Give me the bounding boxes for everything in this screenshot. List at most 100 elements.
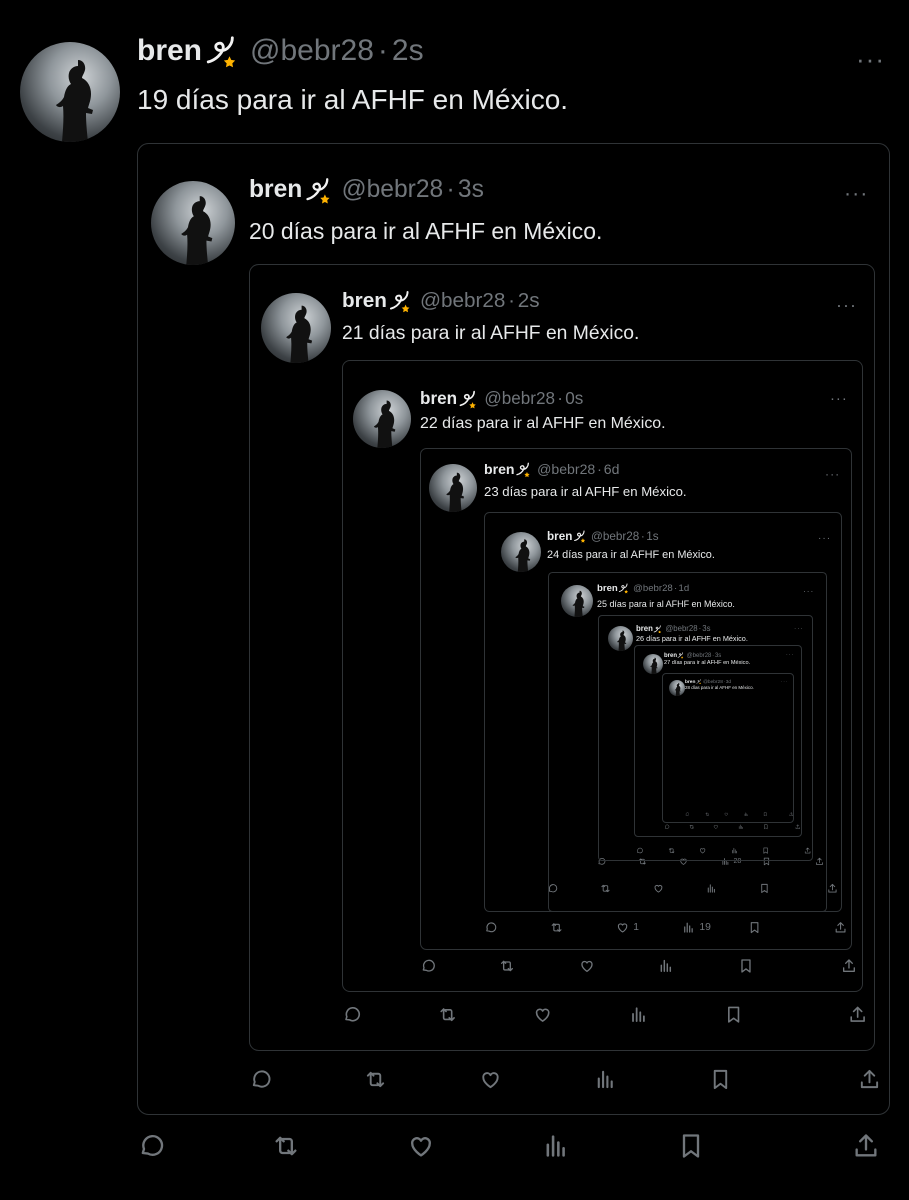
like-button[interactable] <box>724 812 728 816</box>
like-button[interactable] <box>479 1068 502 1091</box>
user-handle[interactable]: @bebr28 <box>687 653 712 659</box>
bookmark-button[interactable] <box>763 812 767 817</box>
more-options-icon[interactable]: ··· <box>818 533 831 544</box>
views-button[interactable] <box>744 812 748 816</box>
bookmark-button[interactable] <box>762 847 769 854</box>
share-button[interactable] <box>789 812 793 816</box>
timestamp[interactable]: 2s <box>518 289 540 312</box>
share-button[interactable] <box>827 883 838 894</box>
separator-dot: · <box>597 461 602 477</box>
retweet-button[interactable] <box>705 812 709 816</box>
reply-button[interactable] <box>685 812 690 816</box>
display-name[interactable]: bren <box>664 653 677 659</box>
more-options-icon[interactable]: ··· <box>781 679 788 684</box>
more-options-icon[interactable]: ··· <box>786 652 794 658</box>
user-handle[interactable]: @bebr28 <box>537 461 595 477</box>
retweet-button[interactable] <box>438 1005 457 1024</box>
more-options-icon[interactable]: ··· <box>794 625 804 632</box>
user-handle[interactable]: @bebr28 <box>633 583 673 594</box>
timestamp[interactable]: 1s <box>646 530 658 543</box>
display-name[interactable]: bren <box>342 289 387 312</box>
display-name[interactable]: bren <box>484 461 515 477</box>
timestamp[interactable]: 3s <box>458 176 484 203</box>
like-button[interactable] <box>533 1005 552 1024</box>
avatar[interactable] <box>20 42 120 142</box>
display-name[interactable]: bren <box>420 389 457 408</box>
avatar[interactable] <box>261 293 331 363</box>
more-options-icon[interactable]: ··· <box>844 181 868 206</box>
quoted-tweet[interactable]: bren @bebr28·3d 28 días para ir al AFHF en… <box>662 673 794 823</box>
reply-button[interactable] <box>484 921 497 934</box>
reply-button[interactable] <box>137 1132 165 1160</box>
avatar[interactable] <box>669 680 685 696</box>
views-button[interactable] <box>629 1005 648 1024</box>
bookmark-button[interactable] <box>738 958 754 974</box>
share-button[interactable] <box>834 921 847 934</box>
display-name[interactable]: bren <box>636 624 653 633</box>
more-options-icon[interactable]: ··· <box>836 295 857 316</box>
views-button[interactable] <box>731 847 738 854</box>
avatar[interactable] <box>429 464 477 512</box>
user-handle[interactable]: @bebr28 <box>591 530 639 543</box>
bookmark-button[interactable] <box>763 824 769 830</box>
more-options-icon[interactable]: ··· <box>830 391 848 407</box>
retweet-button[interactable] <box>272 1132 300 1160</box>
retweet-button[interactable] <box>499 958 515 974</box>
display-name[interactable]: bren <box>249 176 302 203</box>
retweet-button[interactable] <box>668 847 675 854</box>
bookmark-button[interactable] <box>709 1068 732 1091</box>
bookmark-button[interactable] <box>677 1132 705 1160</box>
avatar[interactable] <box>151 181 235 265</box>
display-name[interactable]: bren <box>137 34 202 67</box>
timestamp[interactable]: 6d <box>604 461 620 477</box>
views-button[interactable] <box>542 1132 570 1160</box>
reply-button[interactable] <box>249 1068 272 1091</box>
bookmark-button[interactable] <box>748 921 761 934</box>
like-button[interactable] <box>407 1132 435 1160</box>
views-button[interactable]: 19 <box>682 921 711 934</box>
reply-button[interactable] <box>342 1005 361 1024</box>
like-button[interactable] <box>713 824 719 830</box>
more-options-icon[interactable]: ··· <box>825 467 840 481</box>
user-handle[interactable]: @bebr28 <box>665 624 697 633</box>
share-button[interactable] <box>795 824 801 830</box>
avatar[interactable] <box>353 390 411 448</box>
more-options-icon[interactable]: ··· <box>856 44 885 75</box>
like-button[interactable]: 1 <box>616 921 639 934</box>
user-handle[interactable]: @bebr28 <box>420 289 505 312</box>
timestamp[interactable]: 2s <box>392 34 424 67</box>
retweet-button[interactable] <box>689 824 695 830</box>
reply-button[interactable] <box>420 958 436 974</box>
user-handle[interactable]: @bebr28 <box>342 176 444 203</box>
avatar[interactable] <box>643 654 663 674</box>
tweet-header: bren @bebr28 · 2s <box>137 34 424 69</box>
views-button[interactable] <box>658 958 674 974</box>
share-button[interactable] <box>858 1068 881 1091</box>
user-handle[interactable]: @bebr28 <box>250 34 374 67</box>
like-button[interactable] <box>579 958 595 974</box>
avatar[interactable] <box>561 585 593 617</box>
more-options-icon[interactable]: ··· <box>803 586 814 596</box>
reply-button[interactable] <box>636 847 643 854</box>
timestamp[interactable]: 3s <box>715 653 721 659</box>
share-button[interactable] <box>848 1005 867 1024</box>
bookmark-button[interactable] <box>724 1005 743 1024</box>
display-name[interactable]: bren <box>597 583 618 594</box>
avatar[interactable] <box>608 626 633 651</box>
views-button[interactable] <box>594 1068 617 1091</box>
retweet-button[interactable] <box>550 921 563 934</box>
share-button[interactable] <box>815 857 824 866</box>
share-button[interactable] <box>841 958 857 974</box>
views-button[interactable] <box>738 824 744 830</box>
retweet-button[interactable] <box>364 1068 387 1091</box>
share-button[interactable] <box>852 1132 880 1160</box>
reply-button[interactable] <box>664 824 670 830</box>
avatar[interactable] <box>501 532 541 572</box>
display-name[interactable]: bren <box>547 530 572 543</box>
timestamp[interactable]: 1d <box>678 583 689 594</box>
user-handle[interactable]: @bebr28 <box>484 389 555 408</box>
timestamp[interactable]: 0s <box>565 389 583 408</box>
share-button[interactable] <box>804 847 811 854</box>
timestamp[interactable]: 3s <box>702 624 710 633</box>
like-button[interactable] <box>699 847 706 854</box>
